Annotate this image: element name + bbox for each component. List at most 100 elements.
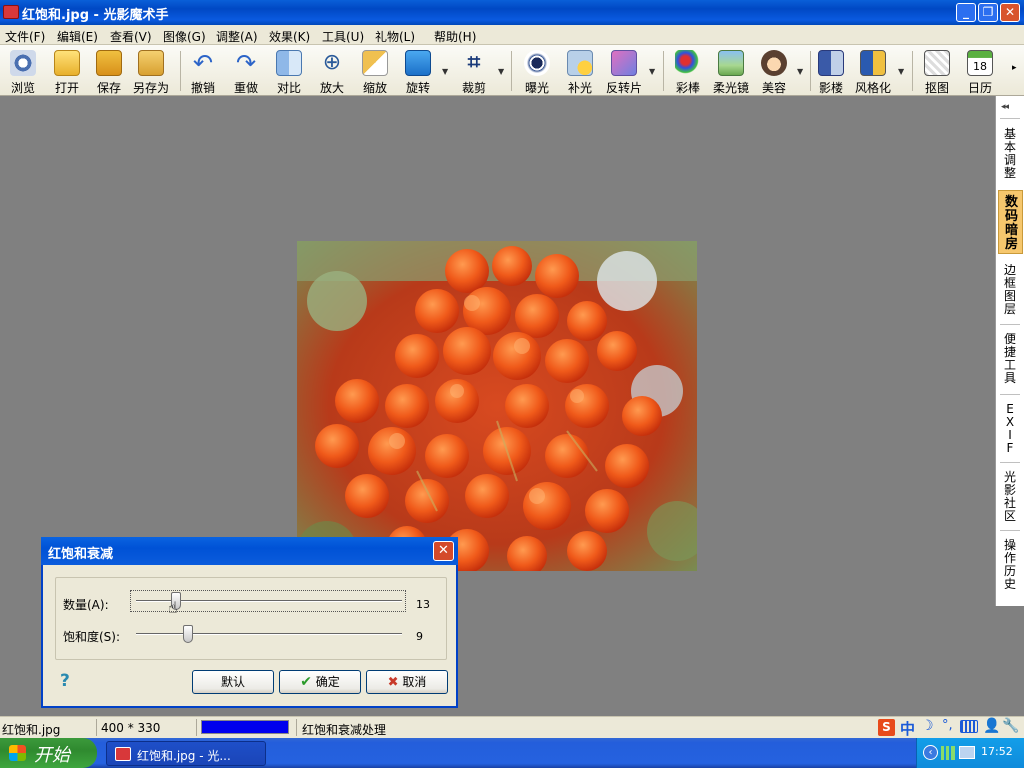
wrench-icon[interactable]: 🔧 — [1002, 718, 1019, 734]
cutout-button[interactable]: 抠图 — [918, 49, 956, 95]
crop-button[interactable]: ⌗ 裁剪 — [455, 49, 493, 95]
photo-canvas — [297, 241, 697, 571]
negative-dropdown-arrow[interactable]: ▼ — [649, 67, 655, 76]
taskbar: 开始 红饱和.jpg - 光... ‹ 17:52 — [0, 738, 1024, 768]
beauty-button[interactable]: 美容 — [755, 49, 793, 95]
sogou-ime-icon[interactable]: S — [878, 719, 895, 736]
panel-divider — [1000, 462, 1020, 463]
save-button[interactable]: 保存 — [90, 49, 128, 95]
redo-icon: ↷ — [235, 49, 257, 77]
studio-icon — [818, 50, 844, 76]
studio-button[interactable]: 影楼 — [812, 49, 850, 95]
flower-photo — [297, 241, 697, 571]
menu-edit[interactable]: 编辑(E) — [57, 28, 98, 45]
start-button[interactable]: 开始 — [0, 738, 97, 768]
negative-button[interactable]: 反转片 — [603, 49, 645, 95]
tray-expand-icon[interactable]: ‹ — [923, 745, 938, 760]
browse-button[interactable]: 浏览 — [4, 49, 42, 95]
network-icon[interactable] — [959, 746, 975, 759]
save-as-icon — [138, 50, 164, 76]
crop-label: 裁剪 — [461, 81, 486, 95]
wifi-signal-icon[interactable] — [941, 746, 955, 760]
ime-mode-indicator[interactable]: 中 — [900, 718, 915, 739]
exposure-label: 曝光 — [524, 81, 549, 95]
status-bar: 红饱和.jpg 400 * 330 红饱和衰减处理 S 中 ☽ °, 👤 🔧 — [0, 716, 1024, 738]
close-window-button[interactable]: ✕ — [1000, 3, 1020, 22]
menu-view[interactable]: 查看(V) — [110, 28, 152, 45]
menu-adjust[interactable]: 调整(A) — [216, 28, 258, 45]
beauty-dropdown-arrow[interactable]: ▼ — [797, 67, 803, 76]
compare-button[interactable]: 对比 — [270, 49, 308, 95]
halfwidth-moon-icon[interactable]: ☽ — [921, 718, 934, 734]
resize-button[interactable]: 缩放 — [356, 49, 394, 95]
status-message: 红饱和衰减处理 — [302, 723, 387, 737]
compare-icon — [276, 50, 302, 76]
saturation-slider-thumb[interactable] — [182, 625, 193, 643]
dialog-close-button[interactable]: ✕ — [433, 541, 454, 561]
toolbar: 浏览 打开 保存 另存为 ↶ 撤销 ↷ 重做 对比 ⊕ 放大 缩放 旋转 ▼ ⌗… — [0, 45, 1024, 96]
soft-lens-button[interactable]: 柔光镜 — [709, 49, 753, 95]
system-tray: ‹ 17:52 — [916, 738, 1024, 768]
negative-film-icon — [611, 50, 637, 76]
default-button[interactable]: 默认 — [192, 670, 274, 694]
panel-divider — [1000, 394, 1020, 395]
open-button[interactable]: 打开 — [48, 49, 86, 95]
calendar-icon: 18 — [967, 50, 993, 76]
compare-label: 对比 — [276, 81, 301, 95]
menu-file[interactable]: 文件(F) — [5, 28, 45, 45]
rotate-button[interactable]: 旋转 — [399, 49, 437, 95]
slider-group: 数量(A): ☝ 13 饱和度(S): 9 — [55, 577, 447, 660]
help-icon[interactable]: ? — [60, 671, 70, 691]
color-wand-button[interactable]: 彩棒 — [669, 49, 707, 95]
redo-button[interactable]: ↷ 重做 — [227, 49, 265, 95]
zoom-in-button[interactable]: ⊕ 放大 — [313, 49, 351, 95]
undo-button[interactable]: ↶ 撤销 — [184, 49, 222, 95]
crop-dropdown-arrow[interactable]: ▼ — [498, 67, 504, 76]
cancel-button[interactable]: ✖ 取消 — [366, 670, 448, 694]
checkmark-icon: ✔ — [300, 674, 312, 690]
tab-community[interactable]: 光影社区 — [996, 471, 1024, 523]
fill-light-button[interactable]: 补光 — [561, 49, 599, 95]
ok-button[interactable]: ✔ 确定 — [279, 670, 361, 694]
menu-tools[interactable]: 工具(U) — [322, 28, 364, 45]
rotate-label: 旋转 — [405, 81, 430, 95]
tab-handy-tools[interactable]: 便捷工具 — [996, 333, 1024, 385]
exposure-button[interactable]: 曝光 — [518, 49, 556, 95]
toolbar-overflow-arrow[interactable]: ▸ — [1012, 63, 1017, 73]
menu-effects[interactable]: 效果(K) — [269, 28, 310, 45]
tab-basic-adjust[interactable]: 基本调整 — [996, 128, 1024, 180]
taskbar-item[interactable]: 红饱和.jpg - 光... — [106, 741, 266, 766]
tab-history[interactable]: 操作历史 — [996, 539, 1024, 591]
fill-light-label: 补光 — [567, 81, 592, 95]
saturation-slider-track[interactable] — [136, 633, 402, 635]
soft-lens-label: 柔光镜 — [712, 81, 749, 95]
tab-digital-darkroom[interactable]: 数码暗房 — [998, 190, 1023, 254]
tab-border-layer[interactable]: 边框图层 — [996, 264, 1024, 316]
soft-keyboard-icon[interactable] — [960, 720, 978, 733]
beauty-face-icon — [761, 50, 787, 76]
user-icon[interactable]: 👤 — [983, 718, 1000, 734]
minimize-button[interactable]: _ — [956, 3, 976, 22]
panel-collapse-button[interactable]: ◂◂ — [1001, 102, 1009, 112]
menu-gifts[interactable]: 礼物(L) — [375, 28, 415, 45]
rotate-dropdown-arrow[interactable]: ▼ — [442, 67, 448, 76]
ok-button-label: 确定 — [315, 675, 340, 689]
save-label: 保存 — [96, 81, 121, 95]
save-as-button[interactable]: 另存为 — [130, 49, 172, 95]
stylize-dropdown-arrow[interactable]: ▼ — [898, 67, 904, 76]
restore-button[interactable]: ❐ — [978, 3, 998, 22]
calendar-button[interactable]: 18 日历 — [961, 49, 999, 95]
undo-icon: ↶ — [192, 49, 214, 77]
menu-help[interactable]: 帮助(H) — [434, 28, 476, 45]
status-divider — [96, 719, 97, 736]
punctuation-icon[interactable]: °, — [942, 718, 953, 733]
toolbar-separator — [912, 51, 913, 91]
undo-label: 撤销 — [190, 81, 215, 95]
stylize-button[interactable]: 风格化 — [852, 49, 894, 95]
menu-image[interactable]: 图像(G) — [163, 28, 206, 45]
tab-exif[interactable]: EXIF — [996, 403, 1024, 455]
hand-cursor-icon: ☝ — [167, 598, 178, 617]
taskbar-item-label: 红饱和.jpg - 光... — [137, 749, 231, 763]
title-bar: 红饱和.jpg - 光影魔术手 _ ❐ ✕ — [0, 0, 1024, 25]
crop-icon: ⌗ — [467, 50, 481, 75]
